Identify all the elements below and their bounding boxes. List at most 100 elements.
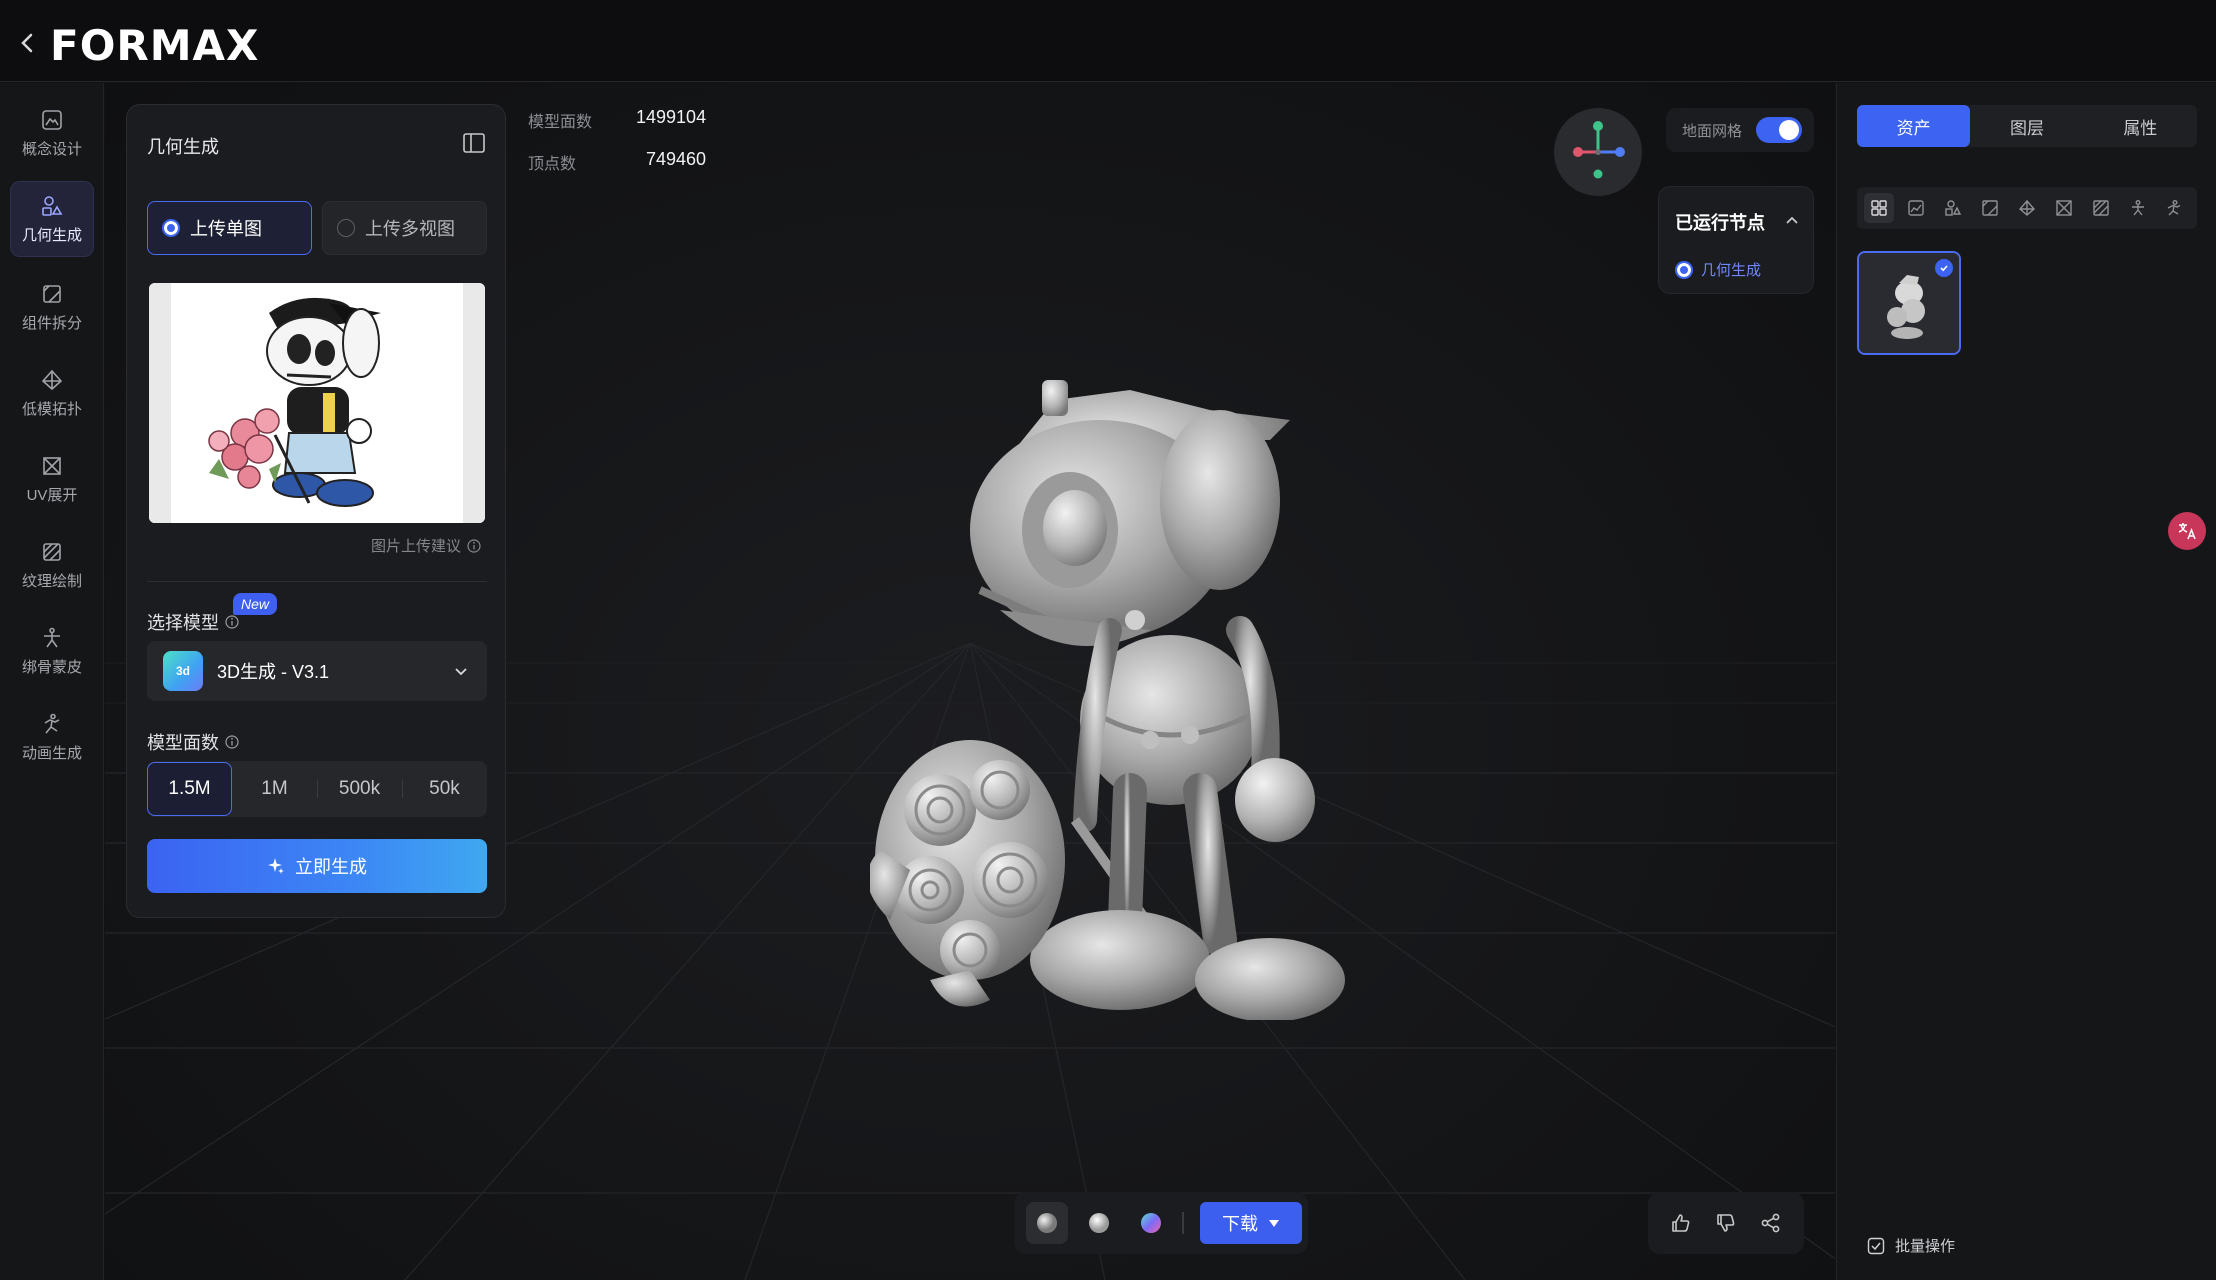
uploaded-image-preview[interactable] [149, 283, 485, 523]
filter-split[interactable] [1975, 193, 2005, 223]
upload-hint[interactable]: 图片上传建议 [371, 535, 481, 556]
node-radio [1675, 260, 1693, 279]
toolbar-divider [1182, 1212, 1184, 1234]
rail-label: 绑骨蒙皮 [21, 658, 82, 676]
rail-label: 几何生成 [21, 226, 82, 244]
rail-item-animation[interactable]: 动画生成 [10, 699, 94, 775]
info-icon [467, 538, 481, 553]
filter-all[interactable] [1864, 193, 1895, 223]
caret-down-icon [1269, 1220, 1279, 1227]
component-split-icon [1982, 200, 1998, 216]
rail-item-rigging[interactable]: 绑骨蒙皮 [10, 613, 94, 689]
face-option-1-5m[interactable]: 1.5M [147, 762, 232, 816]
panel-divider [147, 581, 487, 582]
axis-gizmo-icon [1573, 121, 1625, 179]
rail-item-concept-design[interactable]: 概念设计 [10, 95, 94, 171]
info-icon[interactable] [225, 615, 239, 629]
chevron-down-icon [455, 668, 467, 676]
upload-hint-text: 图片上传建议 [370, 538, 461, 555]
axis-gizmo[interactable] [1554, 108, 1642, 196]
panel-title: 几何生成 [147, 137, 219, 157]
filter-uv[interactable] [2049, 193, 2079, 223]
rigging-icon [2131, 200, 2144, 216]
info-icon[interactable] [225, 735, 239, 749]
low-poly-icon [41, 369, 63, 390]
rail-label: UV展开 [26, 486, 78, 504]
node-geometry-gen[interactable]: 几何生成 [1675, 259, 1761, 280]
face-option-500k[interactable]: 500k [317, 762, 402, 816]
tab-properties[interactable]: 属性 [2084, 105, 2197, 147]
ground-grid-toggle[interactable] [1756, 117, 1803, 143]
rail-item-low-poly[interactable]: 低模拓扑 [10, 355, 94, 431]
3d-model-render[interactable] [870, 380, 1410, 1020]
matcap-shading-icon [1089, 1213, 1109, 1233]
rail-label: 纹理绘制 [21, 572, 82, 590]
rail-item-component-split[interactable]: 组件拆分 [10, 269, 94, 345]
face-option-50k[interactable]: 50k [402, 762, 487, 816]
tab-assets[interactable]: 资产 [1857, 105, 1971, 147]
component-split-icon [43, 284, 61, 303]
filter-geometry[interactable] [1938, 193, 1968, 223]
matcap-shading-button[interactable] [1078, 1202, 1120, 1244]
sparkle-icon [268, 858, 284, 874]
filter-low-poly[interactable] [2012, 193, 2042, 223]
back-arrow-icon[interactable] [14, 30, 40, 56]
upload-multi-label: 上传多视图 [365, 219, 455, 239]
rail-item-texture-paint[interactable]: 纹理绘制 [10, 527, 94, 603]
ground-grid-label: 地面网格 [1682, 122, 1743, 140]
ground-grid-control: 地面网格 [1666, 108, 1814, 152]
solid-shading-button[interactable] [1026, 1202, 1068, 1244]
filter-texture[interactable] [2086, 193, 2116, 223]
face-option-1m[interactable]: 1M [232, 762, 317, 816]
thumbs-down-button[interactable] [1708, 1205, 1744, 1241]
right-panel: 资产 图层 属性 批量操作 [1836, 83, 2216, 1280]
upload-single-option[interactable]: 上传单图 [147, 201, 312, 255]
upload-single-label: 上传单图 [190, 219, 262, 239]
download-button[interactable]: 下载 [1200, 1202, 1302, 1244]
filter-rigging[interactable] [2123, 193, 2153, 223]
batch-operation-button[interactable]: 批量操作 [1867, 1235, 1955, 1256]
selected-check-icon [1935, 259, 1953, 277]
share-icon [1761, 1213, 1780, 1233]
node-label: 几何生成 [1701, 262, 1762, 279]
asset-thumbnail[interactable] [1857, 251, 1961, 355]
verts-stat-value: 749460 [646, 149, 707, 169]
asset-filter-bar [1857, 187, 2197, 229]
face-count-label: 模型面数 [147, 733, 219, 753]
filter-animation[interactable] [2159, 193, 2189, 223]
animation-icon [44, 713, 60, 734]
nodes-title: 已运行节点 [1675, 213, 1765, 233]
generate-button[interactable]: 立即生成 [147, 839, 487, 893]
uv-unwrap-icon [43, 456, 61, 475]
model-dropdown[interactable]: 3d 3D生成 - V3.1 [147, 641, 487, 701]
rail-label: 组件拆分 [21, 314, 82, 332]
generate-label: 立即生成 [295, 857, 367, 877]
thumbs-up-button[interactable] [1663, 1205, 1699, 1241]
verts-stat-label: 顶点数 [528, 156, 577, 173]
chevron-up-icon[interactable] [1785, 213, 1799, 227]
translate-button[interactable] [2168, 512, 2206, 550]
low-poly-icon [2018, 199, 2035, 216]
upload-multi-option[interactable]: 上传多视图 [322, 201, 487, 255]
image-icon [1908, 200, 1925, 216]
rail-item-geometry-gen[interactable]: 几何生成 [10, 181, 94, 257]
feedback-toolbar [1648, 1192, 1804, 1254]
tab-layers[interactable]: 图层 [1970, 105, 2083, 147]
texture-paint-icon [43, 542, 61, 561]
select-model-heading: 选择模型 [147, 609, 239, 635]
texture-paint-icon [2092, 200, 2109, 216]
share-button[interactable] [1753, 1205, 1789, 1241]
panel-collapse-icon[interactable] [463, 133, 485, 153]
uv-unwrap-icon [2056, 200, 2072, 216]
new-badge: New [233, 593, 278, 615]
solid-shading-icon [1037, 1213, 1057, 1233]
rail-item-uv-unwrap[interactable]: UV展开 [10, 441, 94, 517]
top-bar: FORMAX [0, 0, 2216, 82]
faces-stat-value: 1499104 [636, 107, 707, 127]
checkbox-icon [1867, 1237, 1885, 1254]
app-logo[interactable]: FORMAX [50, 21, 259, 70]
rail-label: 低模拓扑 [21, 400, 82, 418]
filter-concept[interactable] [1901, 193, 1931, 223]
color-shading-button[interactable] [1130, 1202, 1172, 1244]
rigging-icon [44, 627, 60, 647]
